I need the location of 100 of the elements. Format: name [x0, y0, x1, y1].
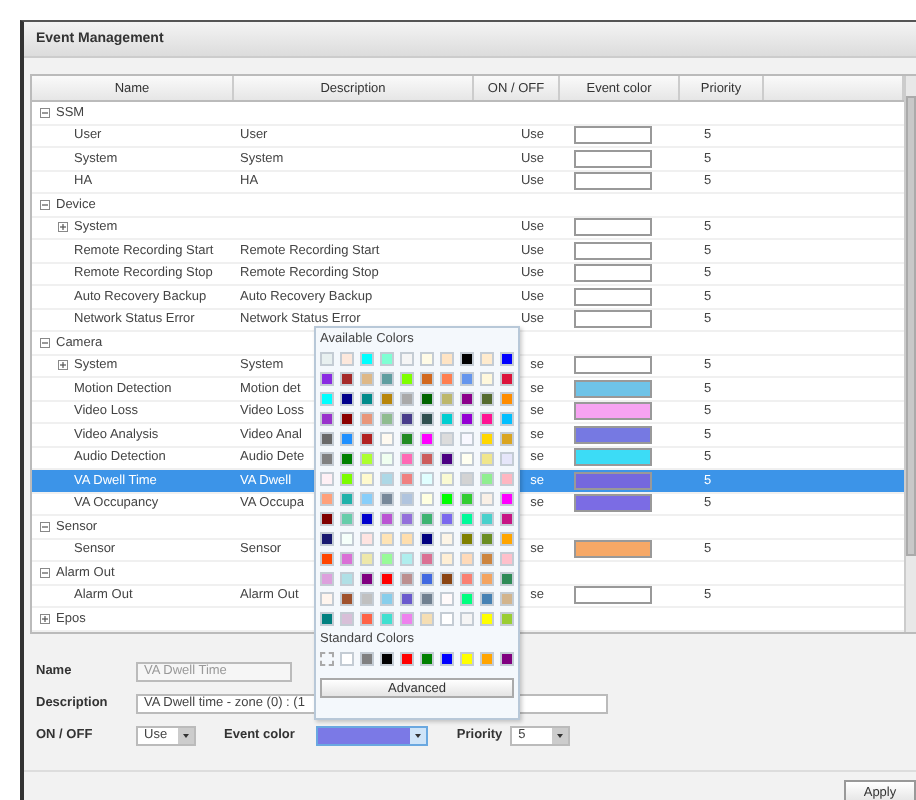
color-swatch[interactable]	[420, 652, 434, 666]
color-swatch[interactable]	[340, 532, 354, 546]
color-swatch[interactable]	[400, 612, 414, 626]
color-swatch[interactable]	[360, 412, 374, 426]
color-swatch[interactable]	[360, 492, 374, 506]
color-swatch[interactable]	[400, 552, 414, 566]
color-swatch[interactable]	[400, 452, 414, 466]
color-swatch[interactable]	[440, 612, 454, 626]
color-swatch[interactable]	[460, 552, 474, 566]
color-swatch[interactable]	[380, 572, 394, 586]
expand-icon[interactable]	[58, 360, 68, 371]
color-swatch[interactable]	[500, 592, 514, 606]
color-swatch[interactable]	[340, 572, 354, 586]
color-swatch[interactable]	[440, 492, 454, 506]
color-swatch[interactable]	[440, 352, 454, 366]
collapse-icon[interactable]	[40, 337, 50, 348]
color-swatch[interactable]	[400, 432, 414, 446]
color-swatch[interactable]	[440, 552, 454, 566]
color-swatch[interactable]	[320, 392, 334, 406]
color-swatch[interactable]	[500, 532, 514, 546]
color-swatch[interactable]	[500, 472, 514, 486]
color-swatch[interactable]	[400, 352, 414, 366]
color-swatch[interactable]	[460, 532, 474, 546]
color-swatch[interactable]	[500, 552, 514, 566]
color-swatch[interactable]	[500, 392, 514, 406]
collapse-icon[interactable]	[40, 567, 50, 578]
collapse-icon[interactable]	[40, 521, 50, 532]
color-swatch[interactable]	[460, 412, 474, 426]
color-swatch[interactable]	[320, 512, 334, 526]
color-swatch[interactable]	[400, 532, 414, 546]
color-swatch[interactable]	[460, 372, 474, 386]
color-swatch[interactable]	[420, 612, 434, 626]
color-swatch[interactable]	[360, 372, 374, 386]
color-swatch[interactable]	[320, 612, 334, 626]
color-swatch[interactable]	[360, 392, 374, 406]
color-swatch[interactable]	[380, 412, 394, 426]
color-swatch[interactable]	[460, 472, 474, 486]
color-swatch[interactable]	[320, 572, 334, 586]
color-swatch[interactable]	[460, 392, 474, 406]
color-swatch[interactable]	[340, 652, 354, 666]
color-swatch[interactable]	[380, 492, 394, 506]
color-swatch[interactable]	[420, 572, 434, 586]
color-swatch[interactable]	[460, 452, 474, 466]
color-swatch[interactable]	[320, 532, 334, 546]
color-swatch[interactable]	[320, 472, 334, 486]
color-swatch[interactable]	[380, 552, 394, 566]
color-swatch[interactable]	[320, 432, 334, 446]
color-swatch[interactable]	[500, 452, 514, 466]
color-swatch[interactable]	[500, 372, 514, 386]
color-swatch[interactable]	[360, 652, 374, 666]
color-swatch[interactable]	[460, 612, 474, 626]
color-swatch[interactable]	[500, 492, 514, 506]
color-swatch[interactable]	[440, 372, 454, 386]
color-swatch[interactable]	[500, 652, 514, 666]
expand-icon[interactable]	[58, 222, 68, 233]
color-swatch[interactable]	[440, 472, 454, 486]
no-color-swatch[interactable]	[320, 652, 334, 666]
color-swatch[interactable]	[460, 352, 474, 366]
color-swatch[interactable]	[480, 592, 494, 606]
color-swatch[interactable]	[400, 372, 414, 386]
color-swatch[interactable]	[420, 372, 434, 386]
color-swatch[interactable]	[500, 352, 514, 366]
color-swatch[interactable]	[340, 592, 354, 606]
color-swatch[interactable]	[480, 552, 494, 566]
color-swatch[interactable]	[400, 572, 414, 586]
color-swatch[interactable]	[440, 572, 454, 586]
color-swatch[interactable]	[400, 512, 414, 526]
color-swatch[interactable]	[400, 492, 414, 506]
color-swatch[interactable]	[340, 372, 354, 386]
color-swatch[interactable]	[320, 452, 334, 466]
color-swatch[interactable]	[380, 512, 394, 526]
color-swatch[interactable]	[340, 612, 354, 626]
color-swatch[interactable]	[400, 472, 414, 486]
color-swatch[interactable]	[420, 472, 434, 486]
scrollbar[interactable]	[904, 76, 916, 631]
color-swatch[interactable]	[440, 532, 454, 546]
color-swatch[interactable]	[400, 412, 414, 426]
color-swatch[interactable]	[500, 512, 514, 526]
color-swatch[interactable]	[460, 512, 474, 526]
color-swatch[interactable]	[480, 372, 494, 386]
color-swatch[interactable]	[420, 512, 434, 526]
color-swatch[interactable]	[480, 432, 494, 446]
color-swatch[interactable]	[460, 492, 474, 506]
color-swatch[interactable]	[480, 612, 494, 626]
color-swatch[interactable]	[480, 492, 494, 506]
color-swatch[interactable]	[480, 652, 494, 666]
dropdown-arrow-icon[interactable]	[552, 727, 569, 743]
color-swatch[interactable]	[340, 452, 354, 466]
color-swatch[interactable]	[340, 432, 354, 446]
event-color-select[interactable]	[316, 725, 429, 745]
color-swatch[interactable]	[440, 392, 454, 406]
color-swatch[interactable]	[460, 652, 474, 666]
color-swatch[interactable]	[480, 352, 494, 366]
color-swatch[interactable]	[480, 412, 494, 426]
dropdown-arrow-icon[interactable]	[410, 727, 427, 743]
color-swatch[interactable]	[380, 532, 394, 546]
color-swatch[interactable]	[320, 492, 334, 506]
collapse-icon[interactable]	[40, 199, 50, 210]
color-swatch[interactable]	[480, 512, 494, 526]
color-swatch[interactable]	[380, 472, 394, 486]
